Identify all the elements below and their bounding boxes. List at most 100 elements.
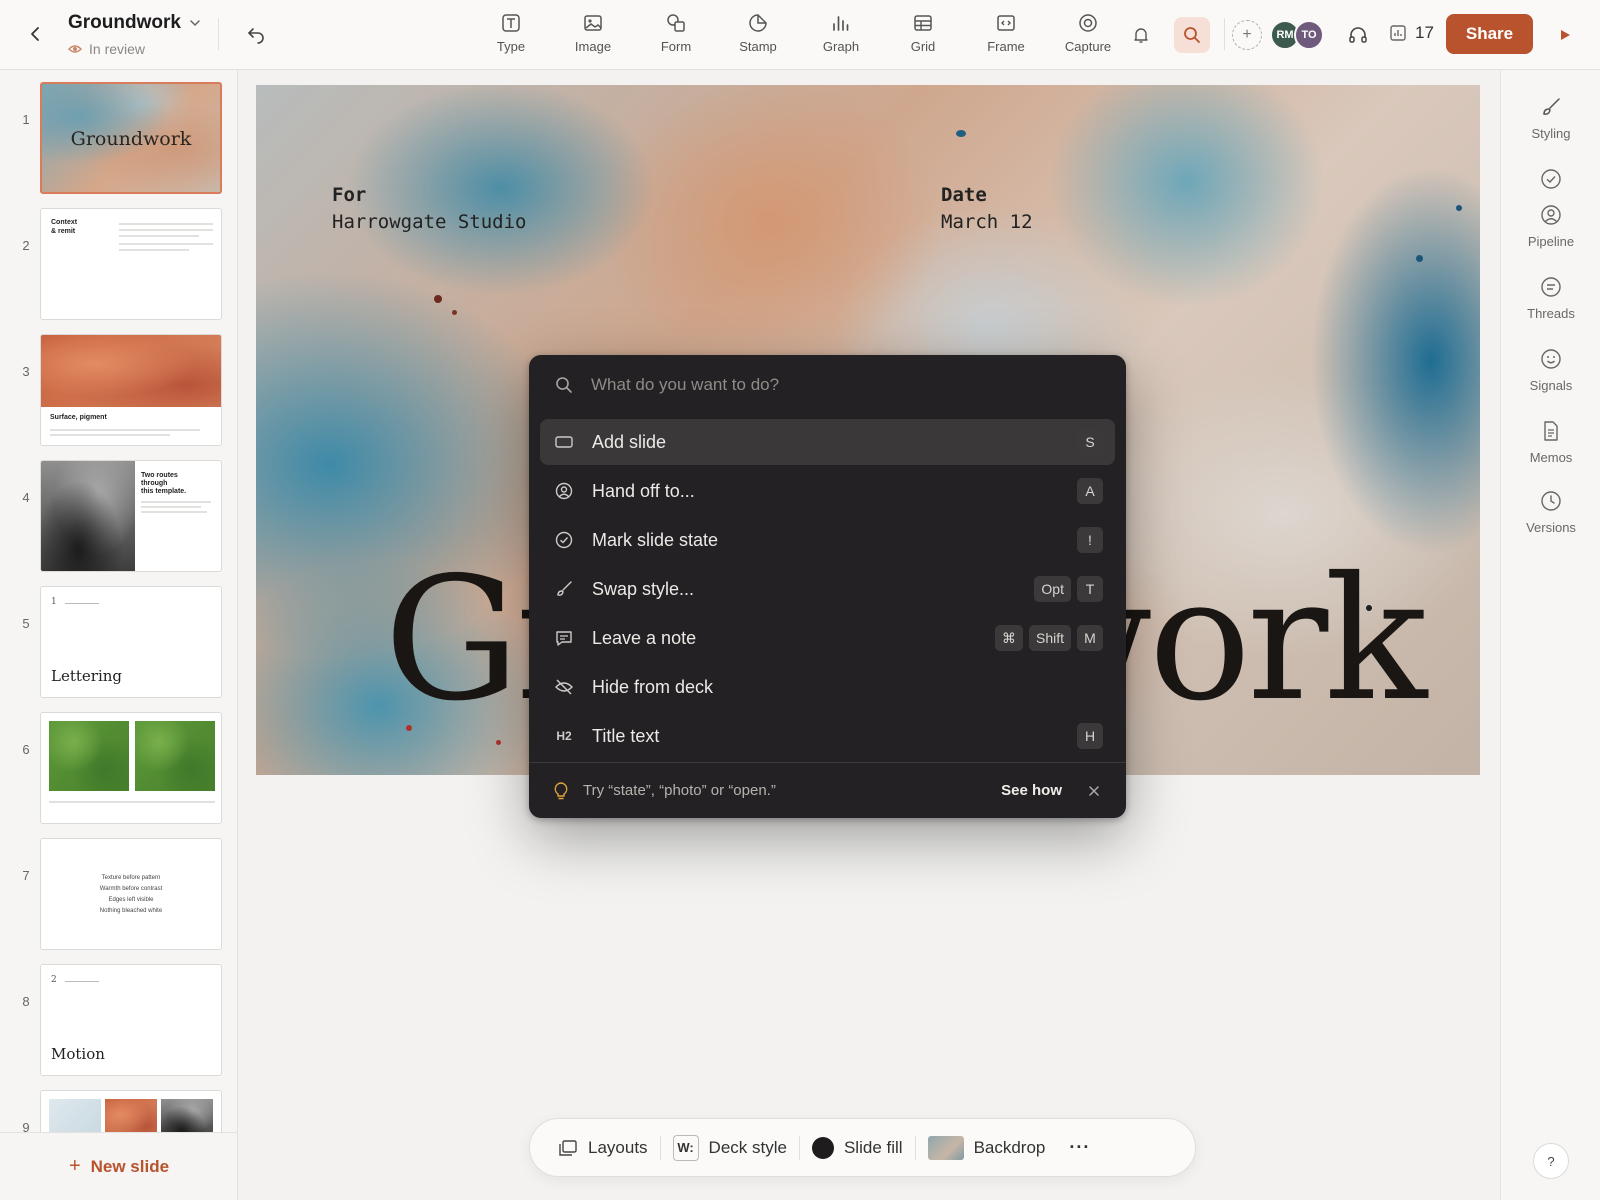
layouts-button[interactable]: Layouts <box>546 1138 660 1158</box>
shortcut-key: ! <box>1077 527 1103 553</box>
embed-icon <box>995 12 1017 34</box>
rail-signals[interactable]: Signals <box>1501 348 1600 393</box>
headphones-icon <box>1349 27 1367 43</box>
close-hint-button[interactable] <box>1084 781 1104 801</box>
search-button[interactable] <box>1174 17 1210 53</box>
command-palette: Add slide S Hand off to... A Mark slide … <box>529 355 1126 818</box>
rail-label: Pipeline <box>1527 234 1575 249</box>
thumbnail-line: Two routes <box>141 472 178 479</box>
rail-status[interactable] <box>1501 168 1600 190</box>
slide-thumbnail-2[interactable]: Context & remit <box>40 208 222 320</box>
command-swap-style[interactable]: Swap style... Opt T <box>540 566 1115 612</box>
rail-threads[interactable]: Threads <box>1501 276 1600 321</box>
slide-thumbnail-6[interactable] <box>40 712 222 824</box>
table-icon <box>912 12 934 34</box>
document-icon <box>1544 421 1558 441</box>
thumbnail-text-line <box>119 249 189 251</box>
slide-fill-button[interactable]: Slide fill <box>800 1136 915 1159</box>
command-add-slide[interactable]: Add slide S <box>540 419 1115 465</box>
avatar[interactable]: TO <box>1294 20 1324 50</box>
tool-label: Image <box>574 39 612 54</box>
deck-style-button[interactable]: W: Deck style <box>661 1134 799 1161</box>
command-title-text[interactable]: H2 Title text H <box>540 713 1115 759</box>
tool-type[interactable]: Type <box>471 12 551 62</box>
thumbnail-rule <box>65 981 99 982</box>
thumbnail-image <box>41 335 221 407</box>
eye-off-icon <box>554 677 574 697</box>
tool-stamp[interactable]: Stamp <box>718 12 798 62</box>
for-value: Harrowgate Studio <box>332 211 527 233</box>
right-rail: Styling Pipeline Threads Signals Memos V… <box>1500 70 1600 1200</box>
notifications-button[interactable] <box>1130 24 1152 46</box>
thumbnail-image <box>49 721 129 791</box>
tool-image[interactable]: Image <box>553 12 633 62</box>
date-value: March 12 <box>941 211 1033 233</box>
thumbnail-line: & remit <box>51 228 76 235</box>
thumbnail-title: Two routes through this template. <box>141 472 186 496</box>
layouts-label: Layouts <box>588 1137 648 1157</box>
thumbnail-text-line <box>119 243 213 245</box>
for-block[interactable]: For Harrowgate Studio <box>332 182 526 236</box>
command-leave-note[interactable]: Leave a note ⌘ Shift M <box>540 615 1115 661</box>
back-button[interactable] <box>24 22 48 46</box>
comment-icon <box>1541 277 1561 297</box>
rail-memos[interactable]: Memos <box>1501 420 1600 465</box>
command-mark-slide-state[interactable]: Mark slide state ! <box>540 517 1115 563</box>
rail-label: Memos <box>1529 450 1573 465</box>
layouts-icon <box>559 1139 577 1156</box>
thumbnail-text-line <box>119 235 199 237</box>
tool-label: Frame <box>987 39 1025 54</box>
slide-thumbnail-7[interactable]: Texture before pattern Warmth before con… <box>40 838 222 950</box>
command-input[interactable] <box>591 375 1071 395</box>
tool-label: Type <box>496 39 526 54</box>
document-title[interactable]: Groundwork <box>68 12 201 34</box>
play-icon <box>1561 30 1570 40</box>
chevron-left-icon <box>31 27 39 41</box>
date-block[interactable]: Date March 12 <box>941 182 1033 236</box>
command-hide-from-deck[interactable]: Hide from deck <box>540 664 1115 710</box>
slide-thumbnail-3[interactable]: Surface, pigment <box>40 334 222 446</box>
see-how-link[interactable]: See how <box>1001 782 1062 799</box>
search-icon <box>1184 27 1200 43</box>
paint-speck <box>1456 205 1462 211</box>
slide-thumbnail-5[interactable]: 1 Lettering <box>40 586 222 698</box>
huddle-button[interactable] <box>1346 23 1370 47</box>
tool-form[interactable]: Form <box>636 12 716 62</box>
slide-thumbnail-8[interactable]: 2 Motion <box>40 964 222 1076</box>
slide-icon <box>554 432 574 452</box>
thumbnail-title: Motion <box>51 1045 105 1063</box>
search-icon <box>556 377 572 393</box>
tool-capture[interactable]: Capture <box>1048 12 1128 62</box>
rail-styling[interactable]: Styling <box>1501 96 1600 141</box>
thumbnail-list: Texture before pattern Warmth before con… <box>41 873 221 917</box>
undo-button[interactable] <box>244 22 268 46</box>
command-hand-off[interactable]: Hand off to... A <box>540 468 1115 514</box>
more-button[interactable]: ··· <box>1057 1137 1102 1158</box>
command-label: Swap style... <box>592 578 695 599</box>
rail-versions[interactable]: Versions <box>1501 490 1600 535</box>
present-button[interactable] <box>1554 24 1576 46</box>
rail-pipeline[interactable]: Pipeline <box>1501 204 1600 249</box>
share-button[interactable]: Share <box>1446 14 1533 54</box>
tool-frame[interactable]: Frame <box>966 12 1046 62</box>
thumbnail-text-line <box>141 501 211 503</box>
thumbnail-title: Surface, pigment <box>50 414 107 421</box>
plus-icon: + <box>68 1155 81 1177</box>
paint-speck <box>434 295 442 303</box>
palette-hint: Try “state”, “photo” or “open.” <box>583 782 776 799</box>
invite-button[interactable]: + <box>1232 20 1262 50</box>
thumbnail-text-line <box>141 511 207 513</box>
help-button[interactable]: ? <box>1533 1143 1569 1179</box>
paint-speck <box>452 310 457 315</box>
slide-panel: 1 Groundwork 2 Context & remit 3 Surface… <box>0 70 238 1200</box>
tool-graph[interactable]: Graph <box>801 12 881 62</box>
thumbnail-image <box>135 721 215 791</box>
rail-label: Styling <box>1531 126 1571 141</box>
backdrop-button[interactable]: Backdrop <box>916 1135 1058 1160</box>
tool-grid[interactable]: Grid <box>883 12 963 62</box>
slide-thumbnail-1[interactable]: Groundwork <box>40 82 222 194</box>
new-slide-button[interactable]: + New slide <box>0 1132 237 1200</box>
viewers-count[interactable]: 17 <box>1389 23 1434 43</box>
top-bar: Groundwork In review Type Image Form Sta… <box>0 0 1600 70</box>
slide-thumbnail-4[interactable]: Two routes through this template. <box>40 460 222 572</box>
